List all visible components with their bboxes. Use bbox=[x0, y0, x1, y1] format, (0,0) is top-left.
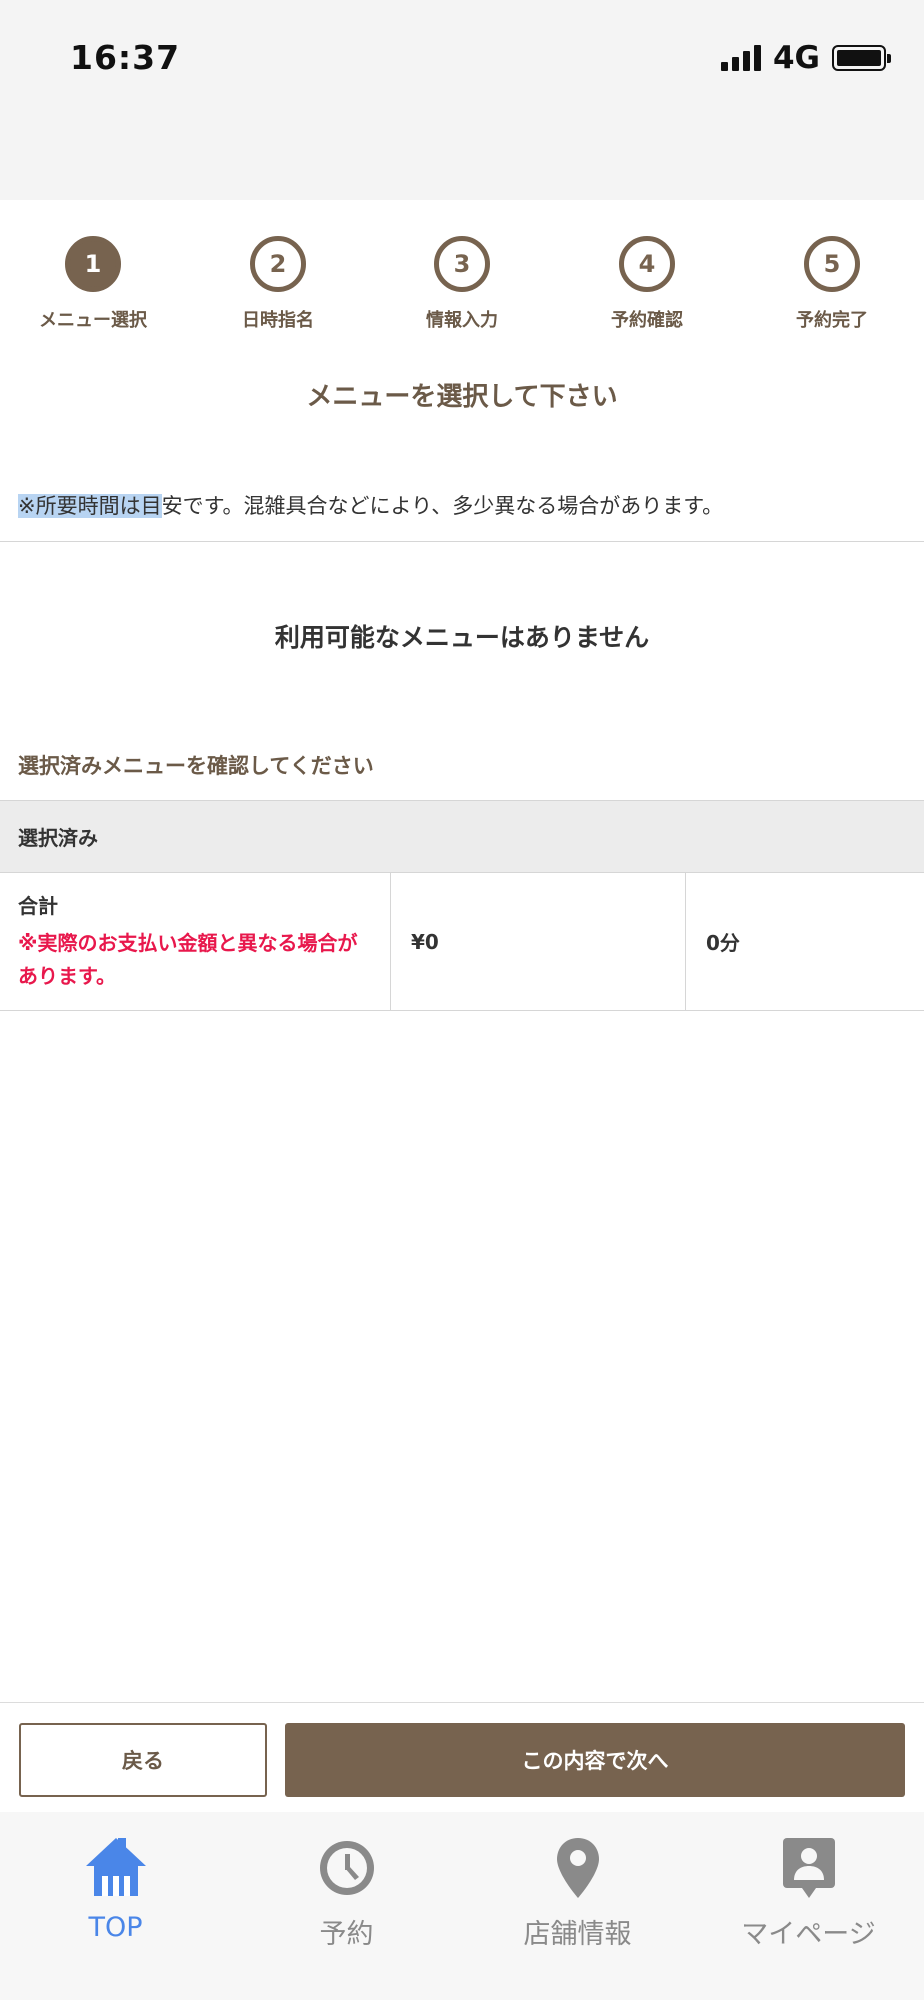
network-label: 4G bbox=[772, 40, 820, 76]
clock-icon bbox=[319, 1841, 374, 1895]
map-pin-icon bbox=[556, 1838, 599, 1898]
step-label: 日時指名 bbox=[242, 310, 314, 331]
tab-top[interactable]: TOP bbox=[0, 1812, 231, 2000]
step-number: 4 bbox=[619, 236, 675, 292]
back-button[interactable]: 戻る bbox=[19, 1723, 267, 1797]
tab-store-info[interactable]: 店舗情報 bbox=[462, 1812, 693, 2000]
step-4: 4 予約確認 bbox=[567, 236, 727, 332]
total-row: 合計 ※実際のお支払い金額と異なる場合があります。 ¥0 0分 bbox=[0, 873, 924, 1011]
tab-label: TOP bbox=[88, 1912, 143, 1943]
empty-menu-message: 利用可能なメニューはありません bbox=[274, 623, 650, 652]
tab-label: 予約 bbox=[319, 1919, 374, 1950]
progress-steps: 1 メニュー選択 2 日時指名 3 情報入力 4 予約確認 5 予約完了 bbox=[0, 200, 924, 350]
step-5: 5 予約完了 bbox=[752, 236, 912, 332]
tab-reservation[interactable]: 予約 bbox=[231, 1812, 462, 2000]
selected-text: ※所要時間は目 bbox=[18, 494, 162, 518]
duration-notice: ※所要時間は目安です。混雑具合などにより、多少異なる場合があります。 bbox=[18, 490, 723, 520]
total-label: 合計 bbox=[18, 894, 58, 918]
notice-text: 安です。混雑具合などにより、多少異なる場合があります。 bbox=[161, 494, 724, 518]
step-label: 情報入力 bbox=[426, 310, 498, 331]
status-indicators: 4G bbox=[720, 40, 891, 76]
status-time: 16:37 bbox=[70, 38, 181, 77]
step-number: 5 bbox=[804, 236, 860, 292]
bottom-tab-bar: TOP 予約 店舗情報 マイページ bbox=[0, 1812, 924, 2000]
step-label: 予約完了 bbox=[796, 310, 868, 331]
selected-table-header: 選択済み bbox=[0, 800, 924, 873]
step-label: 予約確認 bbox=[611, 310, 683, 331]
tab-label: マイページ bbox=[741, 1919, 876, 1950]
confirm-section-title: 選択済みメニューを確認してください bbox=[18, 754, 374, 778]
page-title: メニューを選択して下さい bbox=[306, 382, 618, 412]
total-label-cell: 合計 ※実際のお支払い金額と異なる場合があります。 bbox=[0, 873, 391, 1010]
status-bar: 16:37 4G bbox=[0, 0, 924, 200]
battery-icon bbox=[832, 45, 891, 71]
total-warning: ※実際のお支払い金額と異なる場合があります。 bbox=[18, 931, 358, 988]
step-number: 1 bbox=[65, 236, 121, 292]
total-duration: 0分 bbox=[706, 931, 740, 955]
step-label: メニュー選択 bbox=[39, 310, 147, 331]
next-button[interactable]: この内容で次へ bbox=[285, 1723, 905, 1797]
home-icon bbox=[85, 1838, 146, 1896]
user-icon bbox=[782, 1838, 835, 1898]
step-1: 1 メニュー選択 bbox=[13, 236, 173, 332]
total-price: ¥0 bbox=[391, 873, 686, 1010]
action-bar: 戻る この内容で次へ bbox=[0, 1702, 924, 1812]
step-number: 3 bbox=[434, 236, 490, 292]
tab-label: 店舗情報 bbox=[523, 1919, 632, 1950]
divider bbox=[0, 541, 924, 542]
signal-icon bbox=[720, 45, 761, 71]
tab-mypage[interactable]: マイページ bbox=[693, 1812, 924, 2000]
step-2: 2 日時指名 bbox=[198, 236, 358, 332]
step-3: 3 情報入力 bbox=[382, 236, 542, 332]
step-number: 2 bbox=[250, 236, 306, 292]
